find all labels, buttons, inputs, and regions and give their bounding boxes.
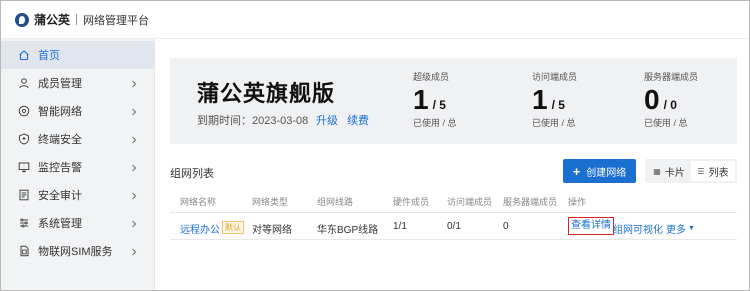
stat-access-members: 访问端成员 1 / 5 已使用 / 总 (532, 70, 577, 129)
home-icon (18, 49, 30, 61)
column-header: 服务器端成员 (503, 197, 558, 207)
brand-divider (76, 14, 78, 25)
main-content: 蒲公英旗舰版 到期时间：2023-03-08 升级 续费 超级成员 1 / 5 … (156, 40, 749, 290)
create-network-label: 创建网络 (586, 167, 627, 179)
server-members: 0 (503, 221, 509, 232)
settings-icon (18, 217, 30, 229)
stat-caption: 已使用 / 总 (413, 118, 457, 128)
plan-links: 升级 续费 (316, 112, 375, 128)
sidebar-item-label: 安全审计 (38, 190, 82, 202)
stat-caption: 已使用 / 总 (644, 118, 688, 128)
network-icon (18, 105, 30, 117)
brand-subtitle: 网络管理平台 (83, 14, 150, 27)
chevron-right-icon (130, 191, 138, 200)
stat-total: / 0 (663, 98, 677, 112)
sidebar-item-iot-sim[interactable]: 物联网SIM服务 (1, 237, 154, 265)
column-header: 网络类型 (252, 197, 289, 207)
sidebar-item-label: 智能网络 (38, 106, 82, 118)
view-list-label: 列表 (708, 167, 729, 179)
sidebar-item-monitoring-alerts[interactable]: 监控告警 (1, 153, 154, 181)
sidebar-item-label: 监控告警 (38, 162, 82, 174)
plan-banner: 蒲公英旗舰版 到期时间：2023-03-08 升级 续费 超级成员 1 / 5 … (170, 58, 737, 144)
chevron-right-icon (130, 135, 138, 144)
sidebar-item-members[interactable]: 成员管理 (1, 69, 154, 97)
grid-icon: ▦ (653, 166, 661, 176)
stat-used: 1 (532, 84, 548, 115)
view-list-button[interactable]: ☰ 列表 (691, 161, 735, 181)
stat-label: 超级成员 (413, 72, 450, 82)
sidebar-item-label: 首页 (38, 50, 60, 62)
upgrade-link[interactable]: 升级 (316, 115, 338, 127)
view-card-button[interactable]: ▦ 卡片 (647, 161, 691, 181)
more-dropdown[interactable]: 更多 ▼ (666, 221, 695, 236)
sidebar-item-home[interactable]: 首页 (1, 41, 154, 69)
stat-label: 访问端成员 (532, 72, 578, 82)
column-header: 访问端成员 (447, 197, 493, 207)
stat-server-members: 服务器端成员 0 / 0 已使用 / 总 (644, 70, 698, 129)
sidebar-item-label: 终端安全 (38, 134, 82, 146)
chevron-right-icon (130, 163, 138, 172)
sidebar-item-label: 成员管理 (38, 78, 82, 90)
brand-header: 蒲公英 网络管理平台 (1, 1, 155, 39)
table-row: 远程办公 默认 对等网络 华东BGP线路 1/1 0/1 0 查看详情 组网可视… (170, 214, 737, 240)
network-list-title: 组网列表 (170, 168, 214, 180)
sidebar-item-endpoint-security[interactable]: 终端安全 (1, 125, 154, 153)
sidebar-item-label: 系统管理 (38, 218, 82, 230)
user-icon (18, 77, 30, 89)
network-name-link[interactable]: 远程办公 (180, 221, 220, 236)
network-visualize-link[interactable]: 组网可视化 (613, 221, 663, 236)
network-line: 华东BGP线路 (317, 225, 379, 236)
stat-used: 0 (644, 84, 660, 115)
shield-icon (18, 133, 30, 145)
stat-value: 1 / 5 (413, 86, 457, 114)
monitor-icon (18, 161, 30, 173)
renew-link[interactable]: 续费 (347, 115, 369, 127)
chevron-right-icon (130, 247, 138, 256)
plus-icon: + (572, 163, 581, 179)
stat-total: / 5 (432, 98, 446, 112)
sim-icon (18, 245, 30, 257)
sidebar-nav: 首页 成员管理 智能网络 终端安全 监控告警 安全审计 系统管理 物联网SIM服… (1, 41, 154, 265)
chevron-right-icon (130, 79, 138, 88)
network-type: 对等网络 (252, 225, 292, 236)
audit-icon (18, 189, 30, 201)
sidebar: 蒲公英 网络管理平台 首页 成员管理 智能网络 终端安全 监控告警 安全审计 系… (1, 1, 155, 290)
stat-used: 1 (413, 84, 429, 115)
column-header: 操作 (568, 197, 587, 207)
stat-total: / 5 (551, 98, 565, 112)
column-header: 组网线路 (317, 197, 354, 207)
sidebar-item-label: 物联网SIM服务 (38, 246, 113, 258)
chevron-right-icon (130, 219, 138, 228)
view-details-button[interactable]: 查看详情 (568, 217, 614, 235)
caret-down-icon: ▼ (688, 225, 695, 232)
more-label: 更多 (666, 225, 686, 236)
stat-value: 1 / 5 (532, 86, 577, 114)
sidebar-item-smart-network[interactable]: 智能网络 (1, 97, 154, 125)
plan-expiry: 到期时间：2023-03-08 (197, 115, 309, 127)
brand-name: 蒲公英 (34, 13, 71, 27)
sidebar-item-system-management[interactable]: 系统管理 (1, 209, 154, 237)
stat-value: 0 / 0 (644, 86, 698, 114)
column-header: 硬件成员 (393, 197, 430, 207)
view-card-label: 卡片 (664, 167, 685, 179)
default-badge: 默认 (222, 221, 244, 234)
create-network-button[interactable]: + 创建网络 (563, 159, 636, 183)
stat-label: 服务器端成员 (644, 72, 699, 82)
hardware-members: 1/1 (393, 221, 407, 232)
sidebar-item-security-audit[interactable]: 安全审计 (1, 181, 154, 209)
network-table: 网络名称 网络类型 组网线路 硬件成员 访问端成员 服务器端成员 操作 远程办公… (170, 191, 737, 240)
table-header: 网络名称 网络类型 组网线路 硬件成员 访问端成员 服务器端成员 操作 (170, 191, 737, 213)
stat-super-members: 超级成员 1 / 5 已使用 / 总 (413, 70, 457, 129)
plan-title: 蒲公英旗舰版 (197, 81, 336, 106)
chevron-right-icon (130, 107, 138, 116)
stat-caption: 已使用 / 总 (532, 118, 576, 128)
dandelion-logo-icon (15, 12, 29, 27)
column-header: 网络名称 (180, 197, 217, 207)
access-members: 0/1 (447, 221, 461, 232)
top-bar (156, 1, 749, 39)
view-toggle: ▦ 卡片 ☰ 列表 (645, 159, 737, 183)
list-icon: ☰ (697, 166, 705, 176)
